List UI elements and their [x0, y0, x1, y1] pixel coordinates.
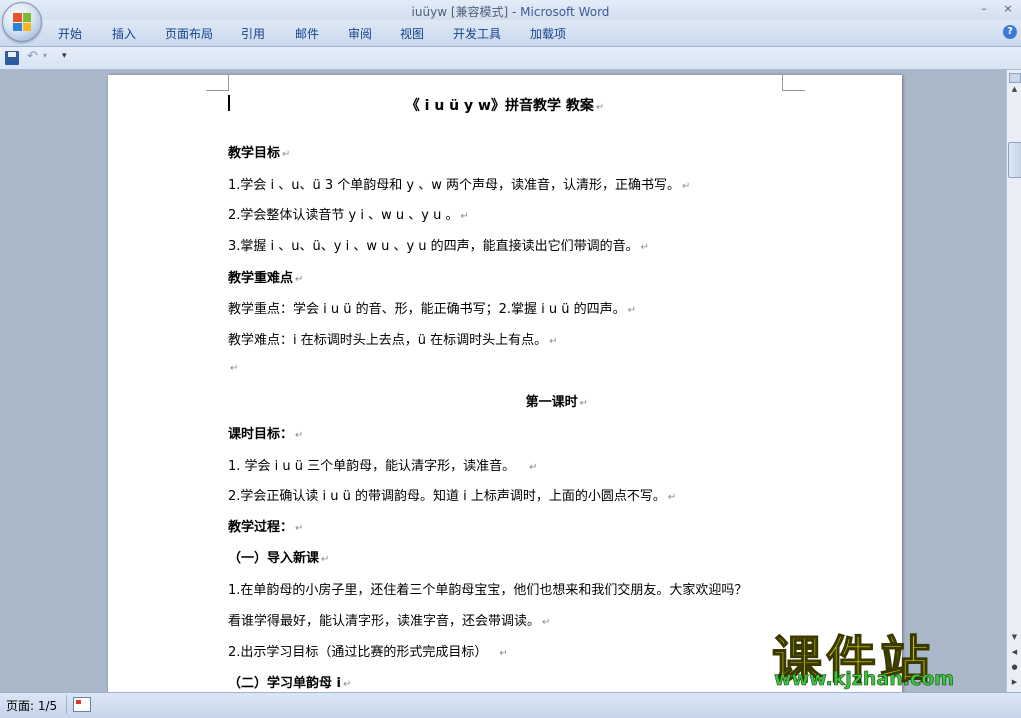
ribbon-tabs: 开始 插入 页面布局 引用 邮件 审阅 视图 开发工具 加载项 ?: [0, 20, 1021, 47]
tab-home[interactable]: 开始: [58, 25, 82, 42]
document-page[interactable]: 《 i u ü y w》拼音教学 教案 ↵ 教学目标 ↵ 1.学会 i 、u、ü 3…: [108, 75, 902, 692]
next-page-button[interactable]: ▶: [1009, 678, 1020, 689]
window-controls: – ×: [977, 2, 1015, 15]
paragraph[interactable]: （二）学习单韵母 i ↵: [228, 672, 351, 691]
status-divider: [66, 695, 67, 714]
margin-corner-mark: [206, 75, 229, 91]
paragraph[interactable]: 2.出示学习目标（通过比赛的形式完成目标） ↵: [228, 641, 508, 660]
window-title: iuüyw [兼容模式] - Microsoft Word: [411, 5, 610, 19]
paragraph[interactable]: 1.在单韵母的小房子里，还住着三个单韵母宝宝，他们也想来和我们交朋友。大家欢迎吗…: [228, 579, 747, 598]
status-bar: 页面: 1/5: [0, 692, 1021, 718]
paragraph[interactable]: 教学过程： ↵: [228, 516, 303, 535]
paragraph[interactable]: 3.掌握 i 、u、ü、y i 、w u 、y u 的四声，能直接读出它们带调的…: [228, 235, 649, 254]
tab-insert[interactable]: 插入: [112, 25, 136, 42]
document-name: iuüyw [兼容模式]: [411, 5, 509, 19]
section-heading[interactable]: 第一课时 ↵: [108, 391, 588, 410]
tab-view[interactable]: 视图: [400, 25, 424, 42]
undo-icon[interactable]: ↶: [27, 49, 38, 64]
vertical-scrollbar[interactable]: ▲ ▼ ◀ ● ▶: [1006, 70, 1021, 692]
document-title[interactable]: 《 i u ü y w》拼音教学 教案 ↵: [108, 95, 902, 115]
customize-toolbar-icon[interactable]: ▾: [62, 51, 67, 61]
minimize-button[interactable]: –: [977, 2, 991, 15]
paragraph[interactable]: 教学目标 ↵: [228, 142, 290, 161]
scroll-down-button[interactable]: ▼: [1009, 633, 1020, 644]
office-logo-icon: [13, 13, 31, 31]
paragraph[interactable]: 1. 学会 i u ü 三个单韵母，能认清字形，读准音。 ↵: [228, 455, 538, 474]
tab-review[interactable]: 审阅: [348, 25, 372, 42]
paragraph[interactable]: 课时目标： ↵: [228, 423, 303, 442]
document-workspace[interactable]: 《 i u ü y w》拼音教学 教案 ↵ 教学目标 ↵ 1.学会 i 、u、ü 3…: [0, 70, 1006, 692]
empty-paragraph[interactable]: ↵: [228, 360, 238, 375]
paragraph[interactable]: 2.学会整体认读音节 y i 、w u 、y u 。 ↵: [228, 204, 469, 223]
help-icon[interactable]: ?: [1003, 25, 1017, 39]
paragraph[interactable]: 教学难点：i 在标调时头上去点，ü 在标调时头上有点。 ↵: [228, 329, 558, 348]
paragraph[interactable]: 教学重难点 ↵: [228, 267, 303, 286]
undo-dropdown-icon[interactable]: ▾: [43, 51, 47, 60]
select-browse-object-button[interactable]: ●: [1009, 663, 1020, 674]
split-box[interactable]: [1009, 73, 1021, 83]
save-icon[interactable]: [5, 51, 19, 65]
tab-developer[interactable]: 开发工具: [453, 25, 501, 42]
paragraph[interactable]: 看谁学得最好，能认清字形，读准字音，还会带调读。 ↵: [228, 610, 550, 629]
page-count[interactable]: 页面: 1/5: [6, 697, 57, 714]
paragraph[interactable]: 1.学会 i 、u、ü 3 个单韵母和 y 、w 两个声母，读准音，认清形，正确…: [228, 174, 690, 193]
paragraph[interactable]: （一）导入新课 ↵: [228, 547, 329, 566]
tab-add-ins[interactable]: 加载项: [530, 25, 566, 42]
tab-page-layout[interactable]: 页面布局: [165, 25, 213, 42]
paragraph[interactable]: 教学重点：学会 i u ü 的音、形，能正确书写；2.掌握 i u ü 的四声。…: [228, 298, 636, 317]
paragraph[interactable]: 2.学会正确认读 i u ü 的带调韵母。知道 i 上标声调时，上面的小圆点不写…: [228, 485, 676, 504]
close-button[interactable]: ×: [1001, 2, 1015, 15]
margin-corner-mark: [782, 75, 805, 91]
office-button[interactable]: [2, 2, 42, 42]
tab-mailings[interactable]: 邮件: [295, 25, 319, 42]
app-name: Microsoft Word: [520, 5, 610, 19]
quick-access-toolbar: ↶ ▾ ▾: [0, 47, 1021, 70]
previous-page-button[interactable]: ◀: [1009, 648, 1020, 659]
scroll-thumb[interactable]: [1008, 142, 1021, 178]
tab-references[interactable]: 引用: [241, 25, 265, 42]
title-bar: iuüyw [兼容模式] - Microsoft Word – ×: [0, 0, 1021, 20]
proofing-icon[interactable]: [73, 697, 91, 712]
scroll-up-button[interactable]: ▲: [1009, 85, 1020, 96]
